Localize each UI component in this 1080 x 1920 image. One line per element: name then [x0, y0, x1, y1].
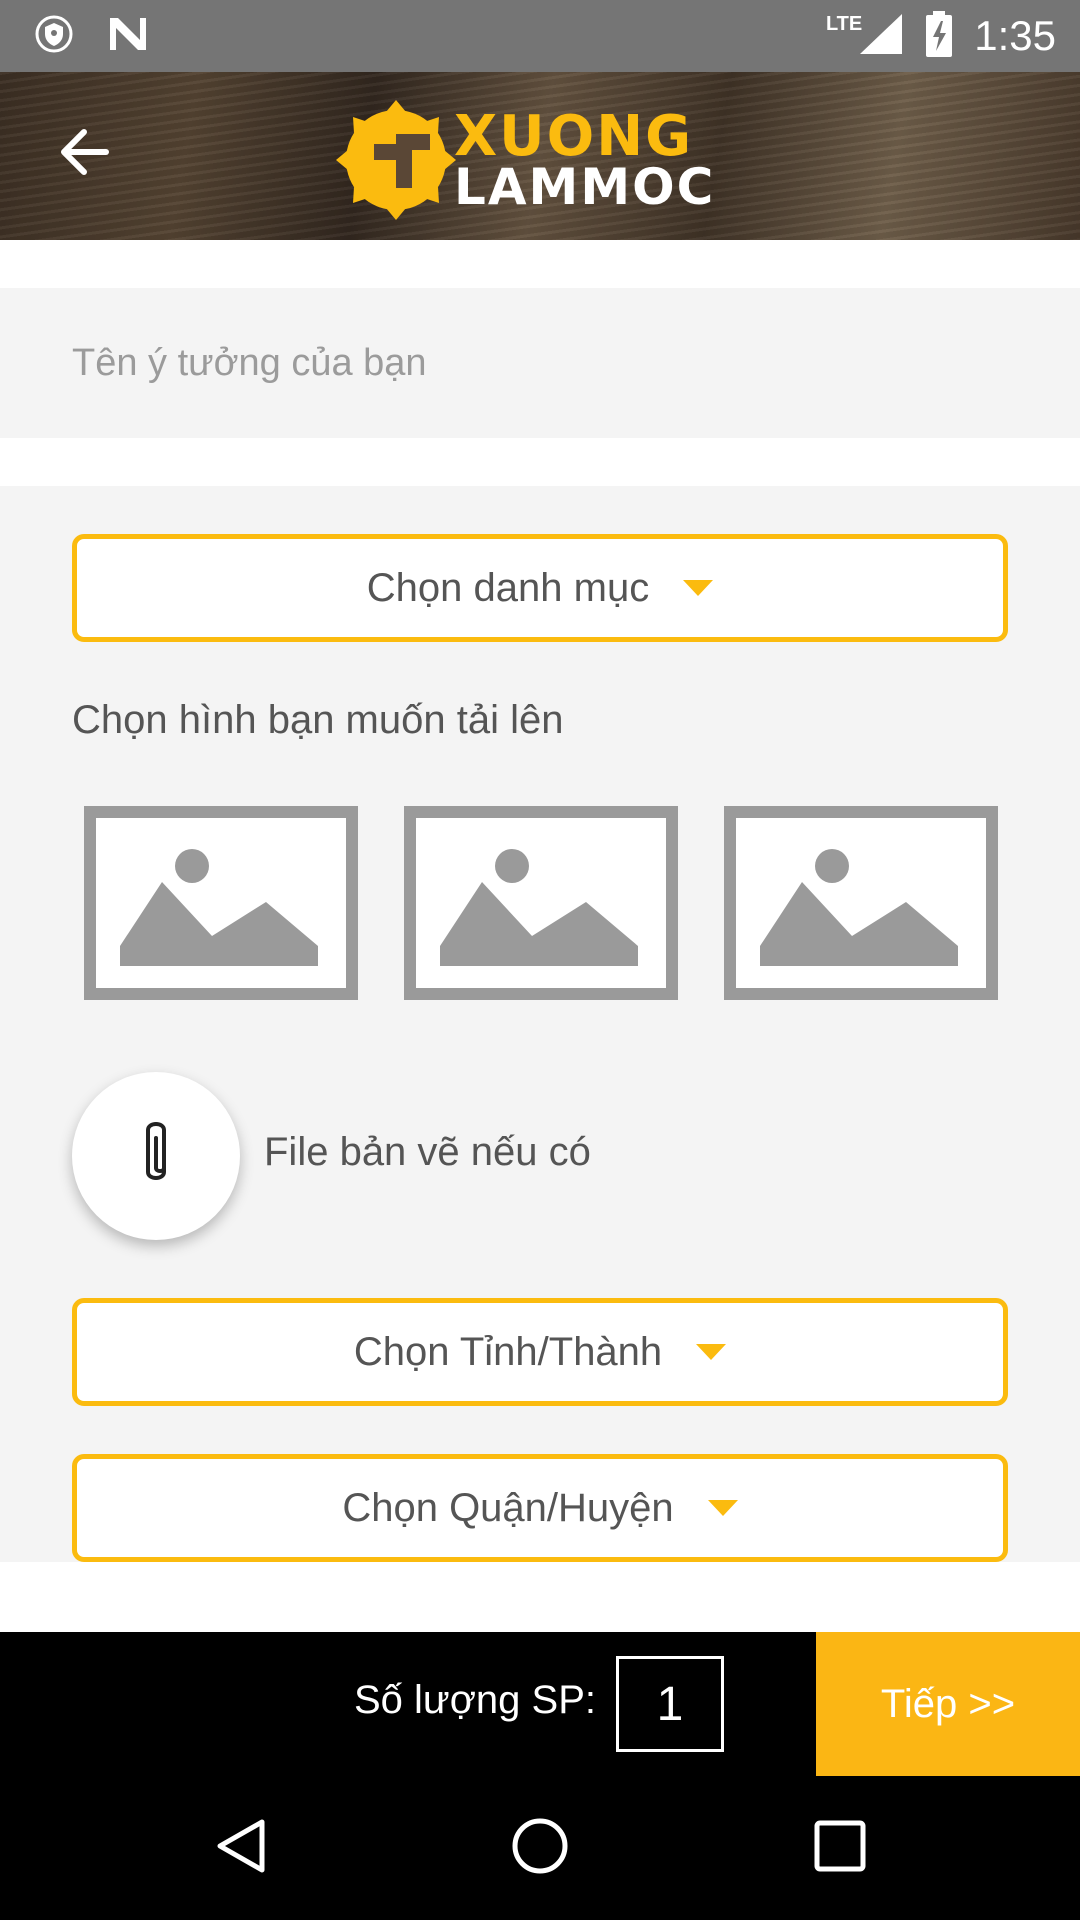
image-placeholder-icon [416, 849, 666, 992]
nav-home-button[interactable] [500, 1808, 580, 1888]
signal-icon [858, 12, 904, 61]
brand-logo: XUONG LAMMOC [334, 92, 754, 222]
battery-charging-icon [924, 10, 954, 62]
status-bar: LTE 1:35 [0, 0, 1080, 72]
status-bar-left [34, 14, 150, 59]
district-dropdown[interactable]: Chọn Quận/Huyện [72, 1454, 1008, 1562]
recents-square-icon [812, 1818, 868, 1879]
district-dropdown-label: Chọn Quận/Huyện [342, 1485, 674, 1530]
caret-down-icon [683, 580, 714, 596]
header-banner: XUONG LAMMOC [0, 72, 1080, 240]
province-dropdown-label: Chọn Tỉnh/Thành [353, 1329, 663, 1374]
back-triangle-icon [212, 1816, 268, 1881]
saw-blade-icon [334, 92, 464, 227]
quantity-input[interactable] [616, 1656, 724, 1752]
back-button[interactable] [52, 122, 116, 186]
screen: LTE 1:35 XUONG LAMMOC Tên ý tưởng của bạ… [0, 0, 1080, 1920]
nav-back-button[interactable] [200, 1808, 280, 1888]
paperclip-icon [136, 1118, 176, 1195]
images-section-label: Chọn hình bạn muốn tải lên [72, 698, 564, 742]
arrow-left-icon [58, 128, 110, 181]
logo-text-bottom: LAMMOC [454, 158, 716, 216]
bottom-action-bar: Số lượng SP: Tiếp >> [0, 1632, 1080, 1776]
attach-file-button[interactable] [72, 1072, 240, 1240]
image-placeholder-icon [96, 849, 346, 992]
attach-file-row: File bản vẽ nếu có [72, 1072, 972, 1242]
home-circle-icon [510, 1816, 570, 1881]
idea-name-field [0, 288, 1080, 438]
vpn-shield-icon [34, 14, 74, 59]
network-type-label: LTE [825, 12, 863, 35]
quantity-label: Số lượng SP: [354, 1678, 597, 1722]
form-panel: Chọn danh mục Chọn hình bạn muốn tải lên [0, 486, 1080, 1562]
idea-name-input[interactable] [72, 288, 1032, 438]
next-button[interactable]: Tiếp >> [816, 1632, 1080, 1776]
category-dropdown[interactable]: Chọn danh mục [72, 534, 1008, 642]
status-time: 1:35 [974, 12, 1056, 59]
attach-file-label: File bản vẽ nếu có [264, 1130, 591, 1174]
image-slot-2[interactable] [404, 806, 678, 1000]
caret-down-icon [696, 1344, 727, 1360]
category-dropdown-label: Chọn danh mục [366, 565, 650, 610]
caret-down-icon [707, 1500, 738, 1516]
image-placeholder-icon [736, 849, 986, 992]
system-nav-bar [0, 1776, 1080, 1920]
province-dropdown[interactable]: Chọn Tỉnh/Thành [72, 1298, 1008, 1406]
image-slot-3[interactable] [724, 806, 998, 1000]
n-notification-icon [106, 14, 150, 59]
status-bar-right: LTE 1:35 [826, 8, 1056, 64]
nav-recents-button[interactable] [800, 1808, 880, 1888]
image-slot-1[interactable] [84, 806, 358, 1000]
